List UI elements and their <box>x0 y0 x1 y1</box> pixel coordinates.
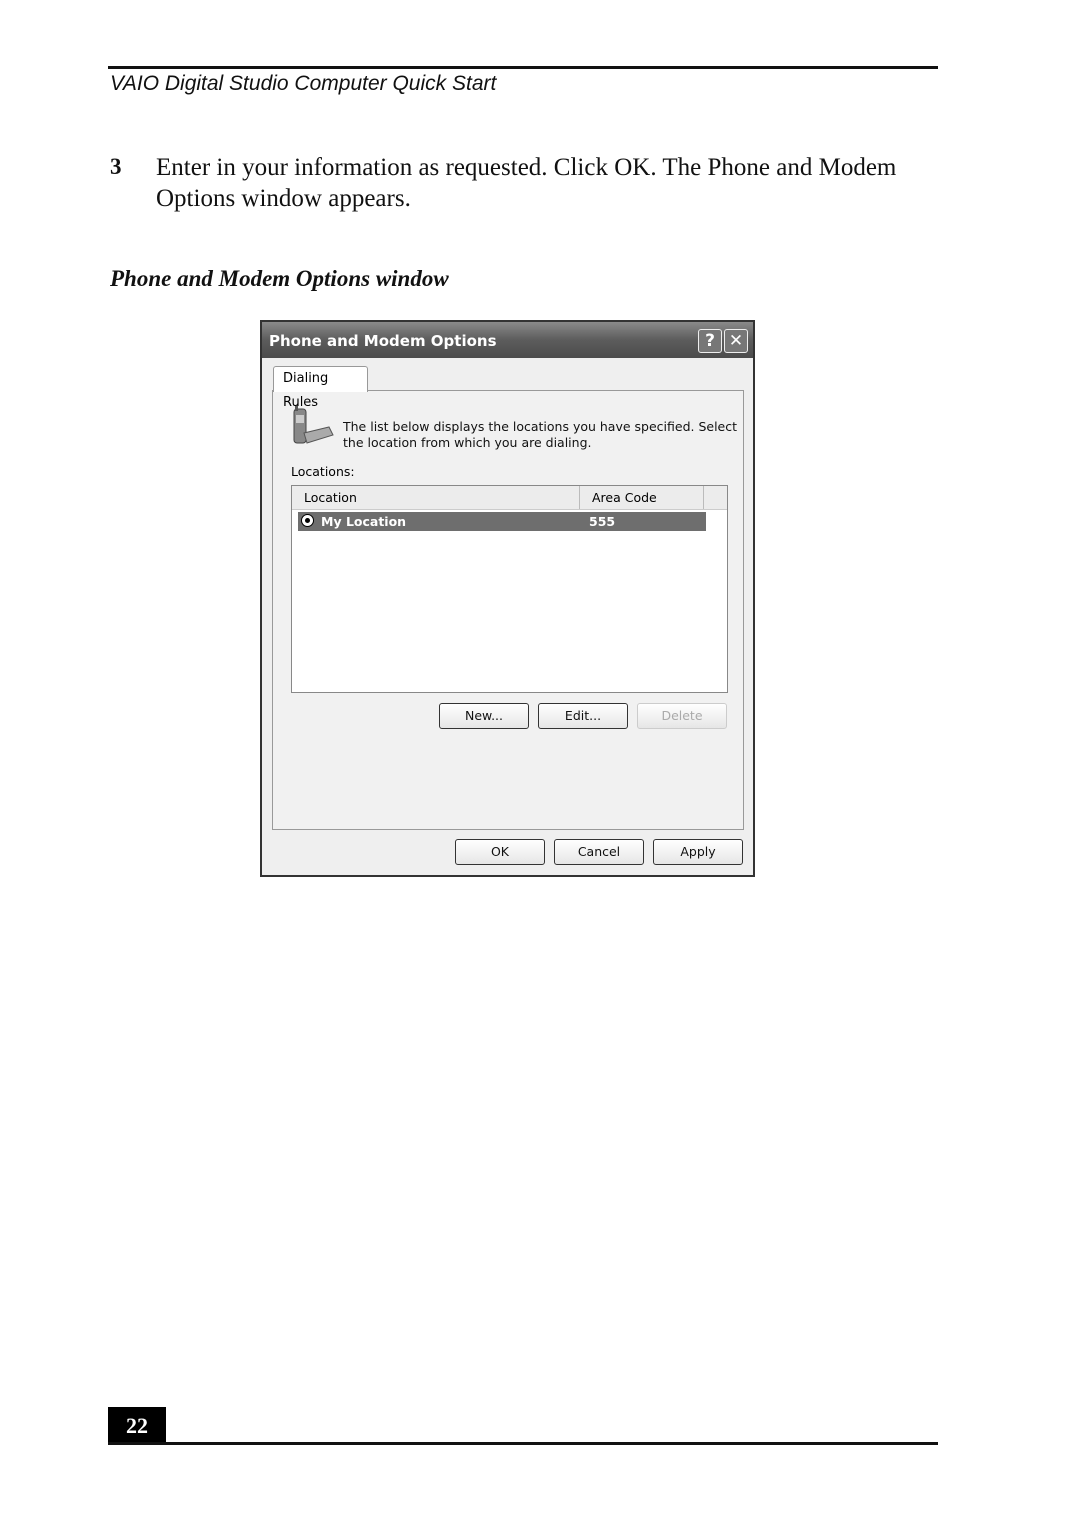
locations-label: Locations: <box>291 464 355 479</box>
list-item[interactable]: My Location 555 <box>298 512 706 531</box>
page-number: 22 <box>108 1407 166 1444</box>
help-button[interactable]: ? <box>698 329 722 353</box>
area-code: 555 <box>589 514 616 529</box>
figure-caption: Phone and Modem Options window <box>110 266 449 291</box>
phone-modem-dialog: Phone and Modem Options ? ✕ Dialing Rule… <box>260 320 755 877</box>
document-page: VAIO Digital Studio Computer Quick Start… <box>0 0 1080 1516</box>
dialog-title: Phone and Modem Options <box>269 332 497 350</box>
step-number: 3 <box>110 154 122 179</box>
title-bar: Phone and Modem Options ? ✕ <box>262 322 753 358</box>
delete-button[interactable]: Delete <box>637 703 727 729</box>
step-text: Enter in your information as requested. … <box>156 154 897 212</box>
edit-button[interactable]: Edit... <box>538 703 628 729</box>
new-button[interactable]: New... <box>439 703 529 729</box>
locations-list[interactable]: Location Area Code My Location 555 <box>291 485 728 693</box>
footer-rule <box>108 1442 938 1445</box>
close-button[interactable]: ✕ <box>724 329 748 353</box>
apply-button[interactable]: Apply <box>653 839 743 865</box>
ok-button[interactable]: OK <box>455 839 545 865</box>
header-rule <box>108 66 938 69</box>
location-name: My Location <box>321 514 407 529</box>
list-header: Location Area Code <box>292 486 727 510</box>
column-header-location[interactable]: Location <box>304 490 357 505</box>
running-header: VAIO Digital Studio Computer Quick Start <box>110 72 497 95</box>
location-icon <box>301 514 314 527</box>
column-header-area-code[interactable]: Area Code <box>592 490 657 505</box>
tab-dialing-rules[interactable]: Dialing Rules <box>273 366 368 410</box>
description-text: The list below displays the locations yo… <box>343 419 738 450</box>
cancel-button[interactable]: Cancel <box>554 839 644 865</box>
tab-panel: The list below displays the locations yo… <box>272 390 744 830</box>
